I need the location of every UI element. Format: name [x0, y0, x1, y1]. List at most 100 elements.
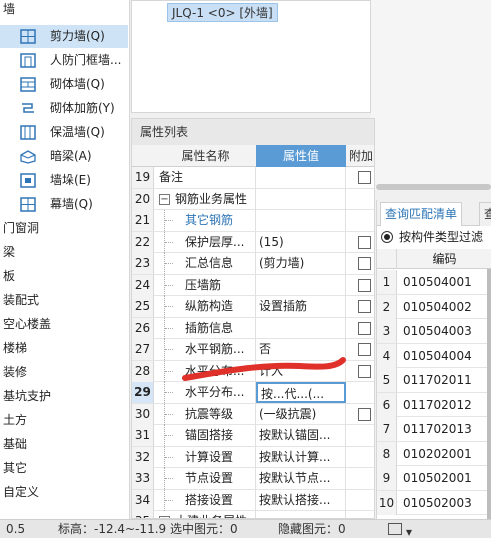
property-value[interactable]: 按默认搭接... — [256, 489, 346, 511]
tree-branch — [165, 413, 173, 415]
row-number: 34 — [132, 489, 154, 511]
extra-checkbox[interactable] — [358, 321, 371, 335]
property-name-cell[interactable]: 压墙筋 — [155, 274, 256, 296]
query-row[interactable]: 6 011702012 — [377, 392, 491, 417]
query-row[interactable]: 4 010504004 — [377, 343, 491, 368]
property-value[interactable] — [256, 167, 346, 188]
property-value[interactable]: 按默认锚固... — [256, 425, 346, 446]
dropdown-icon[interactable]: ▾ — [406, 523, 412, 538]
property-row[interactable]: 24 压墙筋 — [132, 274, 374, 296]
nav-category-wall[interactable]: 墙 — [3, 0, 15, 20]
property-name-cell[interactable]: − 钢筋业务属性 — [155, 188, 256, 210]
nav-category[interactable]: 楼梯 — [3, 337, 27, 359]
property-row[interactable]: 20− 钢筋业务属性 — [132, 188, 374, 210]
filter-by-type-option[interactable]: 按构件类型过滤 — [377, 226, 491, 248]
window-icon[interactable] — [388, 523, 402, 535]
nav-item-hidden-beam[interactable]: 暗梁(A) — [0, 145, 128, 168]
nav-category[interactable]: 基础 — [3, 433, 27, 455]
property-value[interactable]: 按默认节点... — [256, 468, 346, 489]
nav-category[interactable]: 自定义 — [3, 481, 39, 503]
nav-category[interactable]: 门窗洞 — [3, 217, 39, 239]
column-header-name[interactable]: 属性名称 — [155, 145, 256, 167]
extra-checkbox[interactable] — [358, 235, 371, 249]
property-value[interactable] — [256, 274, 346, 296]
property-name-cell[interactable]: 插筋信息 — [155, 317, 256, 339]
nav-category[interactable]: 梁 — [3, 241, 15, 263]
query-row[interactable]: 5 011702011 — [377, 368, 491, 393]
extra-checkbox[interactable] — [358, 407, 371, 421]
nav-category[interactable]: 空心楼盖 — [3, 313, 51, 335]
property-name-cell[interactable]: 备注 — [155, 167, 256, 188]
nav-category[interactable]: 其它 — [3, 457, 27, 479]
column-header-extra[interactable]: 附加 — [346, 145, 374, 167]
query-row[interactable]: 3 010504003 — [377, 319, 491, 344]
query-row[interactable]: 8 010202001 — [377, 441, 491, 466]
property-row[interactable]: 32 计算设置 按默认计算... — [132, 446, 374, 468]
query-row[interactable]: 1 010504001 — [377, 270, 491, 295]
extra-checkbox[interactable] — [358, 278, 371, 292]
nav-category[interactable]: 装修 — [3, 361, 27, 383]
property-value[interactable] — [256, 511, 346, 518]
extra-checkbox[interactable] — [358, 300, 371, 313]
property-row[interactable]: 21 其它钢筋 — [132, 210, 374, 232]
property-row[interactable]: 33 节点设置 按默认节点... — [132, 468, 374, 490]
property-row[interactable]: 25 纵筋构造 设置插筋 — [132, 296, 374, 318]
property-value[interactable] — [256, 210, 346, 231]
extra-checkbox[interactable] — [358, 364, 371, 378]
property-value[interactable] — [256, 317, 346, 339]
property-name-cell[interactable]: 锚固搭接 — [155, 425, 256, 446]
nav-item-shear-wall[interactable]: 剪力墙(Q) — [0, 25, 128, 48]
property-value[interactable]: 设置插筋 — [256, 296, 346, 317]
extra-checkbox[interactable] — [358, 257, 371, 270]
query-row[interactable]: 10 010502003 — [377, 490, 491, 515]
tree-branch — [165, 392, 173, 393]
nav-category[interactable]: 装配式 — [3, 289, 39, 311]
nav-item-wall-pier[interactable]: 墙垛(E) — [0, 169, 128, 192]
nav-category[interactable]: 板 — [3, 265, 15, 287]
query-row[interactable]: 7 011702013 — [377, 417, 491, 442]
extra-checkbox[interactable] — [358, 343, 371, 356]
property-name-cell[interactable]: 计算设置 — [155, 446, 256, 468]
query-row[interactable]: 9 010502001 — [377, 466, 491, 491]
radio-selected-icon[interactable] — [381, 231, 393, 243]
tab-query-other[interactable]: 查 — [479, 202, 491, 226]
property-row[interactable]: 22 保护层厚... (15) — [132, 231, 374, 253]
component-item[interactable]: JLQ-1 <0> [外墙] — [167, 3, 278, 22]
nav-category[interactable]: 基坑支护 — [3, 385, 51, 407]
property-value[interactable] — [256, 188, 346, 210]
tab-query-match-list[interactable]: 查询匹配清单 — [380, 202, 463, 226]
extra-checkbox[interactable] — [358, 171, 371, 184]
nav-item-civil-defense-wall[interactable]: 人防门框墙... — [0, 49, 128, 72]
vertical-scrollbar[interactable] — [487, 269, 491, 519]
property-name-cell[interactable]: 其它钢筋 — [155, 210, 256, 231]
property-name-cell[interactable]: 纵筋构造 — [155, 296, 256, 317]
property-row[interactable]: 30 抗震等级 (一级抗震) — [132, 403, 374, 425]
property-name-cell[interactable]: 抗震等级 — [155, 403, 256, 425]
property-value[interactable]: (剪力墙) — [256, 253, 346, 274]
nav-category[interactable]: 土方 — [3, 409, 27, 431]
column-header-code[interactable]: 编码 — [397, 249, 491, 269]
nav-item-masonry-wall[interactable]: 砌体墙(Q) — [0, 73, 128, 96]
nav-item-curtain-wall[interactable]: 幕墙(Q) — [0, 193, 128, 216]
property-value[interactable]: (一级抗震) — [256, 403, 346, 425]
column-header-value[interactable]: 属性值 — [256, 145, 346, 167]
property-value[interactable]: 按默认计算... — [256, 446, 346, 468]
nav-item-insulation-wall[interactable]: 保温墙(Q) — [0, 121, 128, 144]
property-value[interactable]: (15) — [256, 231, 346, 253]
horizontal-scrollbar[interactable] — [376, 184, 491, 190]
property-row[interactable]: 31 锚固搭接 按默认锚固... — [132, 425, 374, 447]
query-row[interactable]: 2 010504002 — [377, 294, 491, 319]
property-row[interactable]: 19 备注 — [132, 167, 374, 189]
property-row[interactable]: 35+土建业务属性 — [132, 511, 374, 518]
property-name-cell[interactable]: 搭接设置 — [155, 489, 256, 511]
property-name-cell[interactable]: 保护层厚... — [155, 231, 256, 253]
nav-item-masonry-reinforcement[interactable]: 砌体加筋(Y) — [0, 97, 128, 120]
property-row[interactable]: 26 插筋信息 — [132, 317, 374, 339]
property-row[interactable]: 34 搭接设置 按默认搭接... — [132, 489, 374, 511]
property-name-cell[interactable]: 节点设置 — [155, 468, 256, 489]
property-name-cell[interactable]: +土建业务属性 — [155, 511, 256, 518]
collapse-icon[interactable]: − — [159, 193, 170, 205]
property-row[interactable]: 23 汇总信息 (剪力墙) — [132, 253, 374, 275]
drawing-area[interactable] — [371, 0, 491, 190]
property-name-cell[interactable]: 汇总信息 — [155, 253, 256, 274]
